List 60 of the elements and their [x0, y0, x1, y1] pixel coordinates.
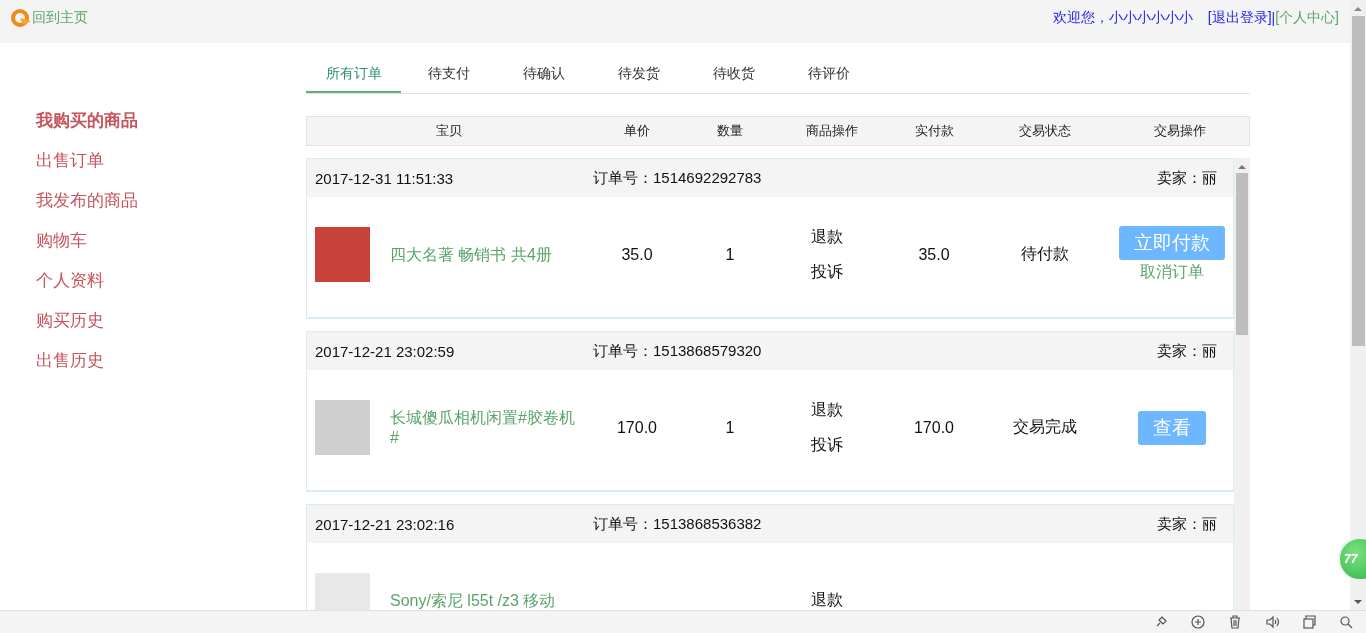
item-action-link[interactable]: 投诉: [811, 261, 843, 283]
scrollbar[interactable]: [1234, 158, 1250, 610]
order-tab[interactable]: 待支付: [401, 55, 496, 93]
circle-plus-icon[interactable]: [1190, 614, 1206, 630]
order-time: 2017-12-31 11:51:33: [315, 169, 455, 187]
order-tab[interactable]: 待确认: [496, 55, 591, 93]
order-number: 订单号：1513868579320: [593, 341, 762, 361]
item-action-link[interactable]: 退款: [811, 590, 843, 610]
separator-text: |: [1271, 10, 1276, 26]
column-header: 宝贝: [435, 122, 463, 140]
logout-link[interactable]: [退出登录]: [1207, 9, 1272, 27]
welcome-text: 欢迎您，小小小小小小: [1052, 9, 1193, 27]
column-header: 数量: [716, 122, 744, 140]
profile-link[interactable]: [个人中心]: [1275, 9, 1339, 27]
sidebar-item[interactable]: 我发布的商品: [36, 189, 138, 213]
home-link[interactable]: 回到主页: [32, 9, 88, 27]
item-action-link[interactable]: 退款: [811, 399, 843, 421]
order-time: 2017-12-21 23:02:59: [315, 342, 456, 360]
sidebar-item[interactable]: 购物车: [36, 229, 87, 253]
item-action-link[interactable]: 退款: [811, 226, 843, 248]
logo-icon: [10, 8, 32, 28]
sidebar-item[interactable]: 出售订单: [36, 149, 104, 173]
seller-name: 卖家：丽: [1157, 168, 1217, 188]
order-status: 交易完成: [1013, 418, 1077, 435]
search-icon[interactable]: [1338, 614, 1354, 630]
order-tab[interactable]: 待评价: [781, 55, 876, 93]
sidebar-item[interactable]: 个人资料: [36, 269, 104, 293]
sidebar-item[interactable]: 出售历史: [36, 349, 104, 373]
trash-icon[interactable]: [1227, 614, 1243, 630]
column-header: 实付款: [913, 122, 955, 140]
product-link[interactable]: 长城傻瓜相机闲置#胶卷机#: [390, 407, 580, 448]
seller-name: 卖家：丽: [1157, 514, 1217, 534]
order-time: 2017-12-21 23:02:16: [315, 515, 456, 533]
order-tab[interactable]: 待收货: [686, 55, 781, 93]
product-photo: [315, 227, 370, 282]
column-header: 交易状态: [1018, 122, 1072, 140]
order-tab[interactable]: 所有订单: [306, 55, 401, 93]
window-icon[interactable]: [1301, 614, 1317, 630]
sidebar-item[interactable]: 我购买的商品: [36, 109, 138, 133]
order-tab[interactable]: 待发货: [591, 55, 686, 93]
order-action-link[interactable]: 取消订单: [1140, 262, 1204, 283]
order-status: 待付款: [1021, 245, 1069, 262]
seller-name: 卖家：丽: [1157, 341, 1217, 361]
product-link[interactable]: 四大名著 畅销书 共4册: [390, 244, 580, 265]
product-photo: [315, 400, 370, 455]
product-link[interactable]: Sony/索尼 l55t /z3 移动: [390, 590, 580, 610]
unit-price: 170.0: [616, 418, 657, 436]
quantity: 1: [725, 418, 735, 436]
paid-amount: 170.0: [913, 418, 954, 436]
column-header: 交易操作: [1153, 122, 1207, 140]
order-number: 订单号：1513868536382: [593, 514, 762, 534]
unit-price: 35.0: [621, 245, 653, 263]
quantity: 1: [725, 245, 735, 263]
column-header: 单价: [623, 122, 651, 140]
paid-amount: 35.0: [918, 245, 950, 263]
sidebar-item[interactable]: 购买历史: [36, 309, 104, 333]
column-header: 商品操作: [805, 122, 859, 140]
item-action-link[interactable]: 投诉: [811, 434, 843, 456]
order-number: 订单号：1514692292783: [593, 168, 762, 188]
speaker-icon[interactable]: [1264, 614, 1280, 630]
